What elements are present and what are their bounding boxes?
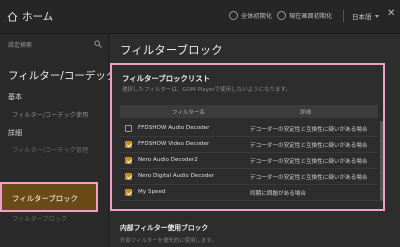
reset-icon: [229, 11, 238, 20]
panel-title: フィルターブロックリスト: [122, 74, 211, 83]
sidebar-title: フィルター/コーデック: [8, 70, 117, 82]
filter-detail: デコーダーの安定性と互換性に疑いがある場合: [250, 159, 368, 165]
top-bar: ホーム 全体初期化 現在画面初期化 日本語 ✕: [0, 0, 400, 34]
filter-name: Nero Digital Audio Decoder: [138, 173, 215, 179]
filter-name: Nero Audio Decoder2: [138, 157, 198, 163]
search-input[interactable]: 設定検索: [8, 40, 102, 52]
reset-screen-label: 現在画面初期化: [289, 13, 333, 20]
reset-icon: [277, 11, 286, 20]
table-row[interactable]: Nero Audio Decoder2 デコーダーの安定性と互換性に疑いがある場…: [120, 153, 378, 169]
search-icon[interactable]: [94, 40, 102, 48]
table-row[interactable]: Nero Digital Audio Decoder デコーダーの安定性と互換性…: [120, 169, 378, 185]
sidebar-item-codec-use[interactable]: フィルター/コーデック使用: [12, 110, 88, 119]
home-button[interactable]: ホーム: [7, 9, 53, 24]
filter-detail: デコーダーの安定性と互換性に疑いがある場合: [250, 127, 368, 133]
panel-description: 選択したフィルターは、GOM Playerで使用しないようになります。: [122, 87, 291, 93]
main-content: フィルターブロック フィルターブロックリスト 選択したフィルターは、GOM Pl…: [110, 34, 400, 247]
sidebar-item-faded[interactable]: フィルターブロック: [12, 214, 67, 223]
sidebar-item-codec-manage[interactable]: フィルター/コーデック管理: [12, 145, 88, 154]
filter-detail: デコーダーの安定性と互換性に疑いがある場合: [250, 175, 368, 181]
table-row[interactable]: FFDSHOW Video Decoder デコーダーの安定性と互換性に疑いがあ…: [120, 137, 378, 153]
checkbox[interactable]: [125, 141, 132, 148]
sidebar-category-advanced: 詳細: [8, 129, 22, 137]
sidebar-category-basic: 基本: [8, 93, 22, 101]
column-header-name: フィルター名: [172, 110, 205, 116]
language-select[interactable]: 日本語: [352, 11, 379, 21]
filter-name: FFDSHOW Video Decoder: [138, 141, 210, 147]
table-header: フィルター名 詳細: [120, 105, 378, 118]
filter-detail: デコーダーの安定性と互換性に疑いがある場合: [250, 143, 368, 149]
reset-all-label: 全体初期化: [241, 13, 272, 20]
section-title: 内部フィルター使用ブロック: [120, 224, 209, 232]
sidebar-item-filter-block[interactable]: フィルターブロック: [0, 182, 98, 212]
close-icon[interactable]: ✕: [387, 8, 395, 19]
language-label: 日本語: [352, 13, 372, 21]
column-header-detail: 詳細: [300, 110, 312, 116]
filter-block-list-panel: フィルターブロックリスト 選択したフィルターは、GOM Playerで使用しない…: [110, 63, 385, 211]
filter-name: FFDSHOW Audio Decoder: [138, 125, 210, 131]
checkbox[interactable]: [125, 157, 132, 164]
sidebar-item-label: フィルターブロック: [12, 194, 78, 203]
section-description: 外部フィルターを優先的に使用します。: [120, 238, 217, 244]
home-label: ホーム: [22, 11, 54, 23]
scrollbar[interactable]: [380, 121, 383, 201]
checkbox[interactable]: [125, 173, 132, 180]
page-title: フィルターブロック: [120, 43, 223, 57]
table-row[interactable]: My Speed 同期に問題がある場合: [120, 185, 378, 201]
checkbox[interactable]: [125, 189, 132, 196]
checkbox[interactable]: [125, 125, 132, 132]
filter-name: My Speed: [138, 189, 166, 195]
filter-detail: 同期に問題がある場合: [250, 191, 306, 197]
reset-screen-button[interactable]: 現在画面初期化: [277, 11, 332, 20]
reset-all-button[interactable]: 全体初期化: [229, 11, 272, 20]
sidebar: 設定検索 フィルター/コーデック 基本 フィルター/コーデック使用 詳細 フィル…: [0, 34, 116, 247]
divider: [343, 10, 344, 22]
chevron-down-icon: [374, 14, 379, 18]
table-row[interactable]: FFDSHOW Audio Decoder デコーダーの安定性と互換性に疑いがあ…: [120, 121, 378, 137]
home-icon: [7, 11, 18, 22]
